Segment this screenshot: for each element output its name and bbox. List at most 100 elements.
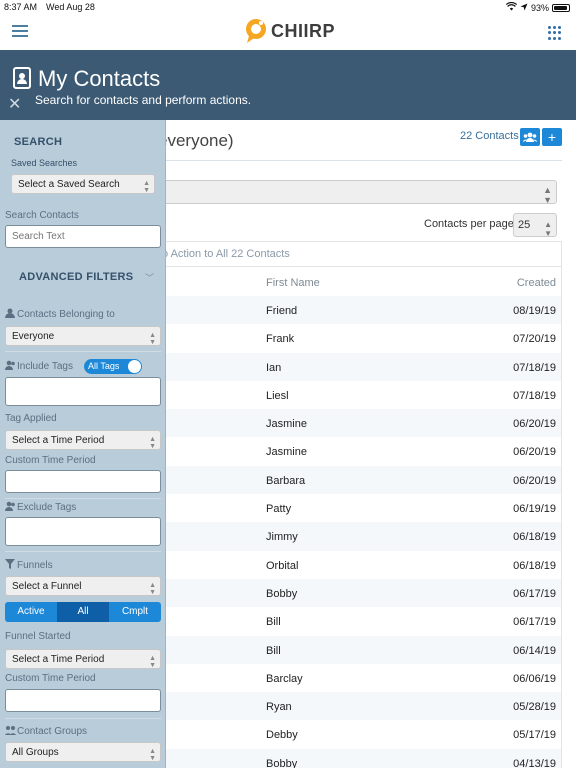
column-first-name[interactable]: First Name	[266, 277, 320, 289]
funnel-status-active[interactable]: Active	[5, 602, 57, 622]
custom-time-period-label: Custom Time Period	[5, 455, 96, 466]
tag-applied-label: Tag Applied	[5, 413, 57, 424]
table-row[interactable]: Bill 06/17/19	[161, 607, 561, 635]
first-name-cell: Jasmine	[266, 418, 307, 431]
table-row[interactable]: Ian 07/18/19	[161, 352, 561, 381]
table-row[interactable]: Bill 06/14/19	[161, 635, 561, 664]
funnel-status-all[interactable]: All	[57, 602, 109, 622]
funnel-icon	[5, 559, 15, 569]
all-tags-toggle[interactable]: All Tags	[84, 359, 142, 374]
chevron-down-icon[interactable]: ﹀	[145, 271, 154, 284]
created-cell: 08/19/19	[513, 305, 556, 317]
per-page-value: 25	[518, 219, 531, 231]
saved-searches-label: Saved Searches	[11, 158, 78, 168]
chevron-down-icon: ▲ ▼	[543, 185, 552, 205]
created-cell: 05/17/19	[513, 729, 556, 742]
saved-search-select[interactable]: Select a Saved Search ▲ ▼	[11, 174, 155, 194]
exclude-tags-field[interactable]	[5, 517, 161, 546]
divider	[5, 498, 161, 499]
header-divider	[166, 160, 562, 161]
table-row[interactable]: Bobby 06/17/19	[161, 578, 561, 608]
funnel-custom-time-field[interactable]	[5, 689, 161, 712]
created-cell: 06/20/19	[513, 446, 556, 459]
table-row[interactable]: Debby 05/17/19	[161, 720, 561, 748]
page-title: My Contacts	[38, 66, 161, 91]
first-name-cell: Frank	[266, 333, 295, 346]
advanced-filters-heading[interactable]: ADVANCED FILTERS	[19, 271, 133, 283]
chiirp-logo-icon	[244, 18, 268, 44]
page-header: My Contacts Search for contacts and perf…	[0, 50, 576, 120]
contact-groups-text: Contact Groups	[17, 726, 88, 737]
location-icon	[520, 3, 528, 13]
first-name-cell: Bill	[266, 616, 281, 629]
status-date: Wed Aug 28	[46, 2, 95, 12]
table-row[interactable]: Frank 07/20/19	[161, 324, 561, 352]
contacts-belonging-label: Contacts Belonging to	[5, 308, 115, 320]
chevron-down-icon: ▲ ▼	[149, 748, 156, 762]
table-row[interactable]: Patty 06/19/19	[161, 494, 561, 522]
created-cell: 06/20/19	[513, 474, 556, 487]
funnel-status-cmplt[interactable]: Cmplt	[109, 602, 161, 622]
chevron-down-icon: ▲ ▼	[143, 180, 150, 194]
apps-grid-icon[interactable]	[548, 26, 562, 40]
battery-icon	[552, 3, 570, 12]
table-row[interactable]: Jasmine 06/20/19	[161, 437, 561, 465]
first-name-cell: Bobby	[266, 757, 298, 768]
users-icon	[5, 501, 15, 511]
table-header: First Name Created	[161, 268, 561, 296]
funnels-text: Funnels	[17, 560, 53, 571]
table-row[interactable]: Orbital 06/18/19	[161, 551, 561, 579]
tag-applied-time-select[interactable]: Select a Time Period ▲ ▼	[5, 430, 161, 450]
close-sidebar-icon[interactable]: ✕	[8, 97, 22, 113]
custom-time-period-label-2: Custom Time Period	[5, 673, 96, 684]
table-row[interactable]: Barbara 06/20/19	[161, 465, 561, 495]
all-tags-label: All Tags	[88, 361, 120, 371]
table-row[interactable]: Friend 08/19/19	[161, 296, 561, 325]
chevron-down-icon: ▲ ▼	[149, 436, 156, 450]
apply-action-all-row[interactable]: o Action to All 22 Contacts	[161, 242, 561, 267]
created-cell: 07/18/19	[513, 361, 556, 374]
contacts-table: o Action to All 22 Contacts First Name C…	[160, 241, 562, 768]
created-cell: 06/19/19	[513, 503, 556, 516]
app-header: CHIIRP	[0, 14, 576, 50]
contact-groups-value: All Groups	[12, 747, 59, 758]
groups-icon	[5, 725, 16, 735]
status-bar: 8:37 AM Wed Aug 28 93%	[0, 0, 576, 14]
table-row[interactable]: Liesl 07/18/19	[161, 381, 561, 409]
table-body: Friend 08/19/19 Frank 07/20/19 Ian 07/18/19…	[161, 296, 561, 768]
contacts-belonging-select[interactable]: Everyone ▲ ▼	[5, 326, 161, 346]
bulk-action-select[interactable]: ▲ ▼	[160, 180, 557, 205]
funnel-select[interactable]: Select a Funnel ▲ ▼	[5, 576, 161, 596]
table-row[interactable]: Bobby 04/13/19	[161, 748, 561, 768]
funnel-started-time-value: Select a Time Period	[12, 654, 105, 665]
created-cell: 06/18/19	[513, 559, 556, 572]
contact-groups-label: Contact Groups	[5, 725, 87, 737]
created-cell: 04/13/19	[513, 757, 556, 768]
add-contact-button[interactable]: +	[542, 128, 562, 146]
group-contacts-button[interactable]	[520, 128, 540, 146]
battery-percent: 93%	[530, 2, 549, 13]
person-icon	[5, 308, 15, 318]
table-row[interactable]: Jasmine 06/20/19	[161, 409, 561, 438]
hamburger-menu-icon[interactable]	[12, 25, 28, 37]
column-created[interactable]: Created	[517, 277, 556, 289]
first-name-cell: Orbital	[266, 559, 299, 572]
chevron-down-icon: ▲ ▼	[149, 655, 156, 669]
contact-groups-select[interactable]: All Groups ▲ ▼	[5, 742, 161, 762]
users-icon	[5, 360, 15, 370]
table-row[interactable]: Ryan 05/28/19	[161, 692, 561, 721]
saved-search-value: Select a Saved Search	[18, 179, 120, 190]
table-row[interactable]: Barclay 06/06/19	[161, 664, 561, 692]
chevron-down-icon: ▲ ▼	[544, 220, 552, 238]
funnel-started-time-select[interactable]: Select a Time Period ▲ ▼	[5, 649, 161, 669]
search-text-input[interactable]	[5, 225, 161, 248]
include-tags-field[interactable]	[5, 377, 161, 406]
created-cell: 06/17/19	[513, 616, 556, 629]
funnel-select-value: Select a Funnel	[12, 581, 82, 592]
table-row[interactable]: Jimmy 06/18/19	[161, 522, 561, 551]
per-page-label: Contacts per page:	[424, 218, 517, 230]
per-page-select[interactable]: 25 ▲ ▼	[513, 213, 557, 238]
tag-applied-time-value: Select a Time Period	[12, 435, 105, 446]
filter-sidebar: SEARCH Saved Searches Select a Saved Sea…	[0, 120, 166, 768]
custom-time-period-field[interactable]	[5, 470, 161, 493]
